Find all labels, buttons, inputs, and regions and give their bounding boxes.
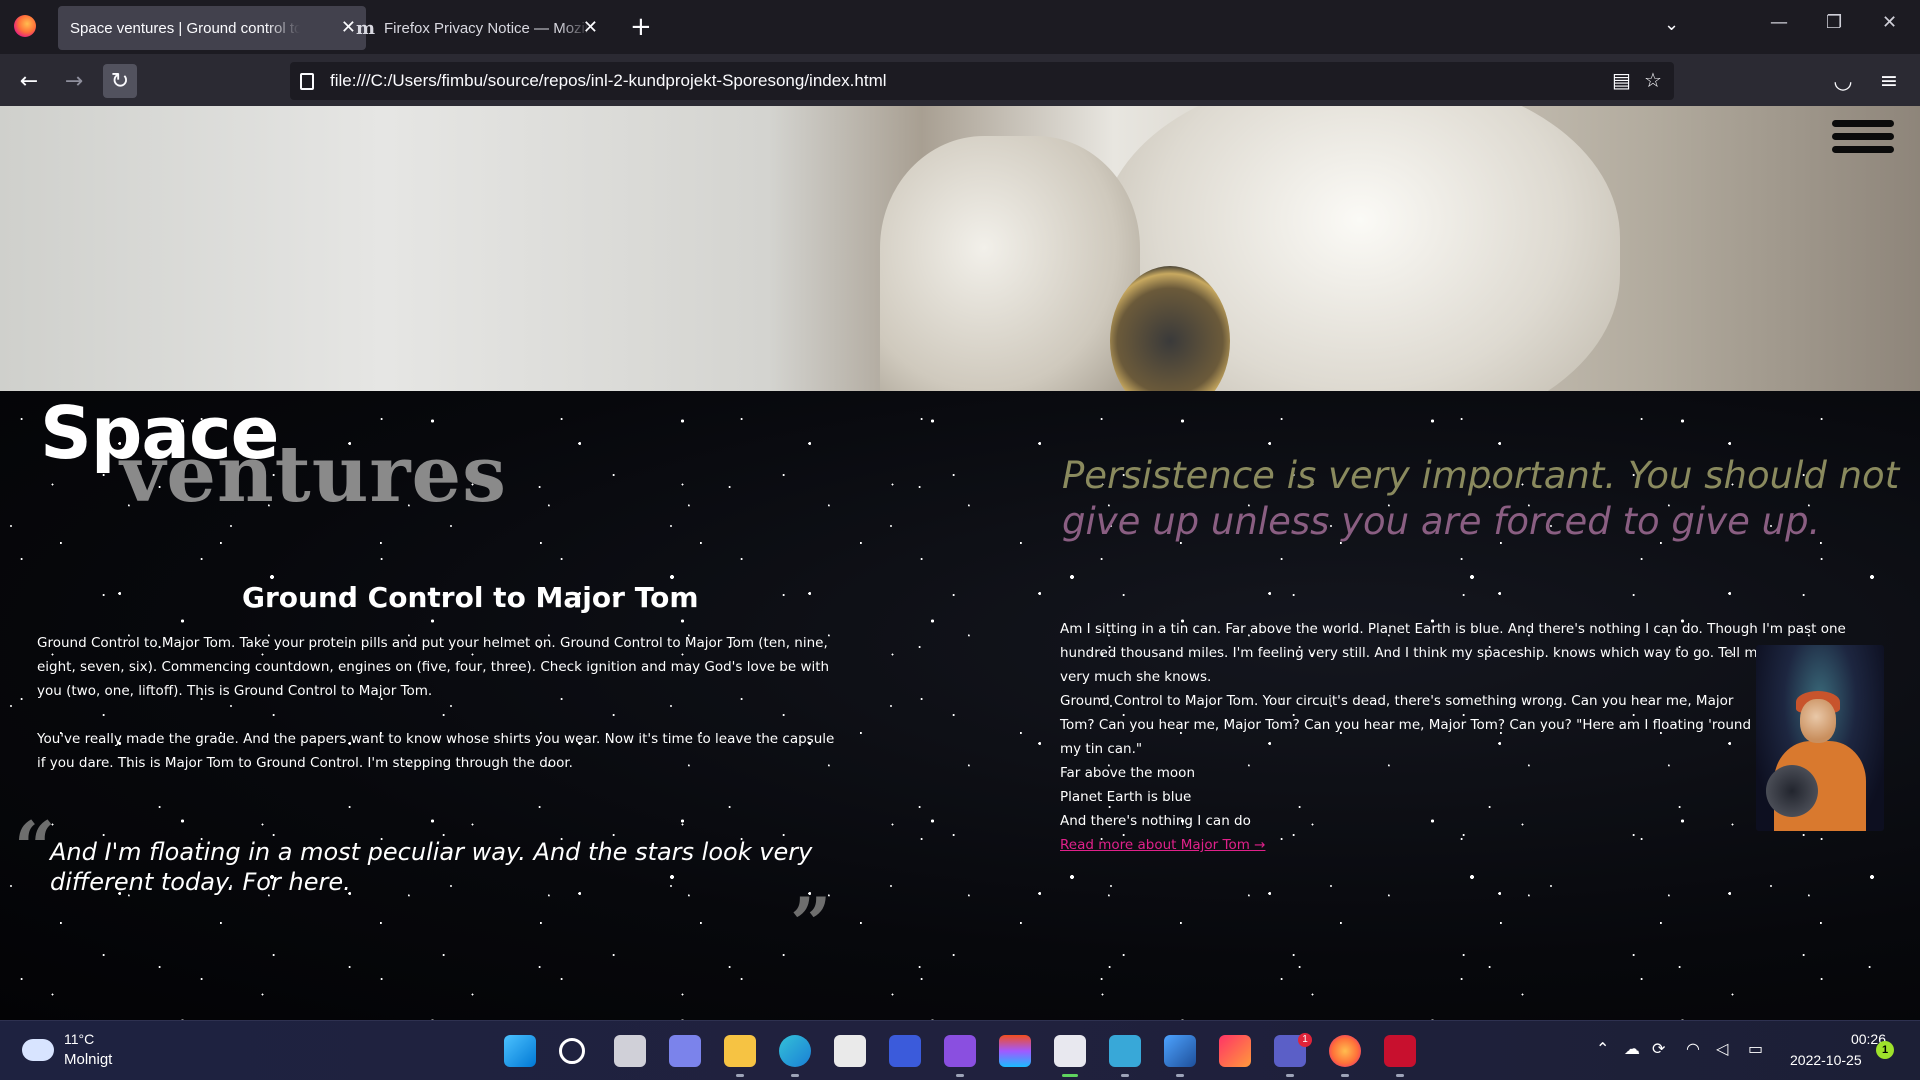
running-indicator <box>1176 1074 1184 1077</box>
edge-icon[interactable] <box>779 1035 811 1067</box>
close-tab-icon[interactable]: ✕ <box>583 17 598 38</box>
vscode-insiders-icon[interactable] <box>889 1035 921 1067</box>
reload-button[interactable]: ↻ <box>103 64 137 98</box>
address-bar[interactable]: file:///C:/Users/fimbu/source/repos/inl-… <box>290 62 1674 100</box>
url-text: file:///C:/Users/fimbu/source/repos/inl-… <box>330 71 887 90</box>
hero-image <box>0 106 1920 391</box>
figma-icon[interactable] <box>999 1035 1031 1067</box>
running-indicator <box>736 1074 744 1077</box>
running-indicator <box>956 1074 964 1077</box>
onedrive-cloud-icon[interactable]: ☁ <box>1624 1039 1640 1058</box>
tab-firefox-privacy[interactable]: m Firefox Privacy Notice — Mozilla ✕ <box>346 6 608 50</box>
active-indicator <box>1062 1074 1078 1077</box>
section-heading: Ground Control to Major Tom <box>242 581 699 614</box>
sync-icon[interactable]: ⟳ <box>1652 1039 1665 1058</box>
hamburger-menu-icon[interactable] <box>1832 120 1894 160</box>
new-tab-button[interactable]: + <box>630 12 652 42</box>
close-window-icon[interactable]: ✕ <box>1882 12 1897 33</box>
teams-notification-badge: 1 <box>1298 1033 1312 1047</box>
firefox-menu-icon[interactable] <box>14 15 36 37</box>
browser-tab-bar: Space ventures | Ground control to Major… <box>0 0 1920 54</box>
wifi-icon[interactable]: ◠ <box>1686 1039 1700 1058</box>
back-button[interactable]: ← <box>12 64 46 98</box>
minimize-icon[interactable]: — <box>1770 12 1788 33</box>
battery-icon[interactable]: ▭ <box>1748 1039 1763 1058</box>
web-page: Space ventures Ground Control to Major T… <box>0 106 1920 1020</box>
running-indicator <box>791 1074 799 1077</box>
running-indicator <box>1286 1074 1294 1077</box>
photos-icon[interactable] <box>1164 1035 1196 1067</box>
page-icon <box>300 72 314 90</box>
major-tom-portrait <box>1756 645 1884 831</box>
running-indicator <box>1121 1074 1129 1077</box>
teams-chat-icon[interactable] <box>669 1035 701 1067</box>
file-explorer-icon[interactable] <box>724 1035 756 1067</box>
mozilla-favicon-icon: m <box>356 17 376 39</box>
tab-space-ventures[interactable]: Space ventures | Ground control to Major… <box>58 6 366 50</box>
windows-start-icon[interactable] <box>504 1035 536 1067</box>
pull-quote: And I'm floating in a most peculiar way.… <box>50 838 813 896</box>
firefox-icon[interactable] <box>1329 1035 1361 1067</box>
task-view-icon[interactable] <box>614 1035 646 1067</box>
tab-title: Firefox Privacy Notice — Mozilla <box>384 19 590 37</box>
list-all-tabs-chevron-icon[interactable]: ⌄ <box>1664 14 1679 35</box>
forward-button[interactable]: → <box>57 64 91 98</box>
content-section: Space ventures Ground Control to Major T… <box>0 391 1920 1020</box>
reader-view-icon[interactable]: ▤ <box>1612 68 1631 92</box>
read-more-link[interactable]: Read more about Major Tom → <box>1060 833 1265 857</box>
clock-date[interactable]: 2022-10-25 <box>1790 1052 1862 1068</box>
cloud-weather-icon[interactable] <box>22 1039 54 1061</box>
creative-cloud-icon[interactable] <box>1219 1035 1251 1067</box>
running-indicator <box>1341 1074 1349 1077</box>
logo-word-space: Space <box>40 391 279 475</box>
running-indicator <box>1396 1074 1404 1077</box>
persistence-quote: Persistence is very important. You shoul… <box>1062 453 1912 545</box>
snipping-tool-icon[interactable] <box>1054 1035 1086 1067</box>
lyrics-line: Ground Control to Major Tom. Your circui… <box>1060 693 1752 757</box>
browser-nav-bar: ← → ↻ file:///C:/Users/fimbu/source/repo… <box>0 54 1920 106</box>
lyrics-paragraph-2: You've really made the grade. And the pa… <box>37 731 835 771</box>
show-hidden-icons-chevron-icon[interactable]: ⌃ <box>1596 1039 1609 1058</box>
app-menu-icon[interactable]: ≡ <box>1872 64 1906 98</box>
close-quote-mark-icon: ” <box>790 881 832 966</box>
pocket-icon[interactable]: ◡ <box>1826 64 1860 98</box>
tab-title: Space ventures | Ground control to Major… <box>70 19 300 37</box>
astronaut-pack-shape <box>880 136 1140 391</box>
notepad-icon[interactable] <box>1109 1035 1141 1067</box>
lyrics-paragraph-1: Ground Control to Major Tom. Take your p… <box>37 635 830 699</box>
bookmark-star-icon[interactable]: ☆ <box>1644 68 1662 92</box>
volume-icon[interactable]: ◁ <box>1716 1039 1728 1058</box>
weather-description[interactable]: Molnigt <box>64 1051 112 1068</box>
microsoft-store-icon[interactable] <box>834 1035 866 1067</box>
search-icon[interactable] <box>559 1038 585 1064</box>
windows-taskbar: 11°C Molnigt 1 ⌃ ☁ ⟳ ◠ ◁ ▭ 00:26 2022-10… <box>0 1020 1920 1080</box>
weather-temperature[interactable]: 11°C <box>64 1031 94 1047</box>
visual-studio-icon[interactable] <box>944 1035 976 1067</box>
restore-icon[interactable]: ❐ <box>1826 12 1842 33</box>
mcafee-icon[interactable] <box>1384 1035 1416 1067</box>
notification-count-badge[interactable]: 1 <box>1876 1041 1894 1059</box>
